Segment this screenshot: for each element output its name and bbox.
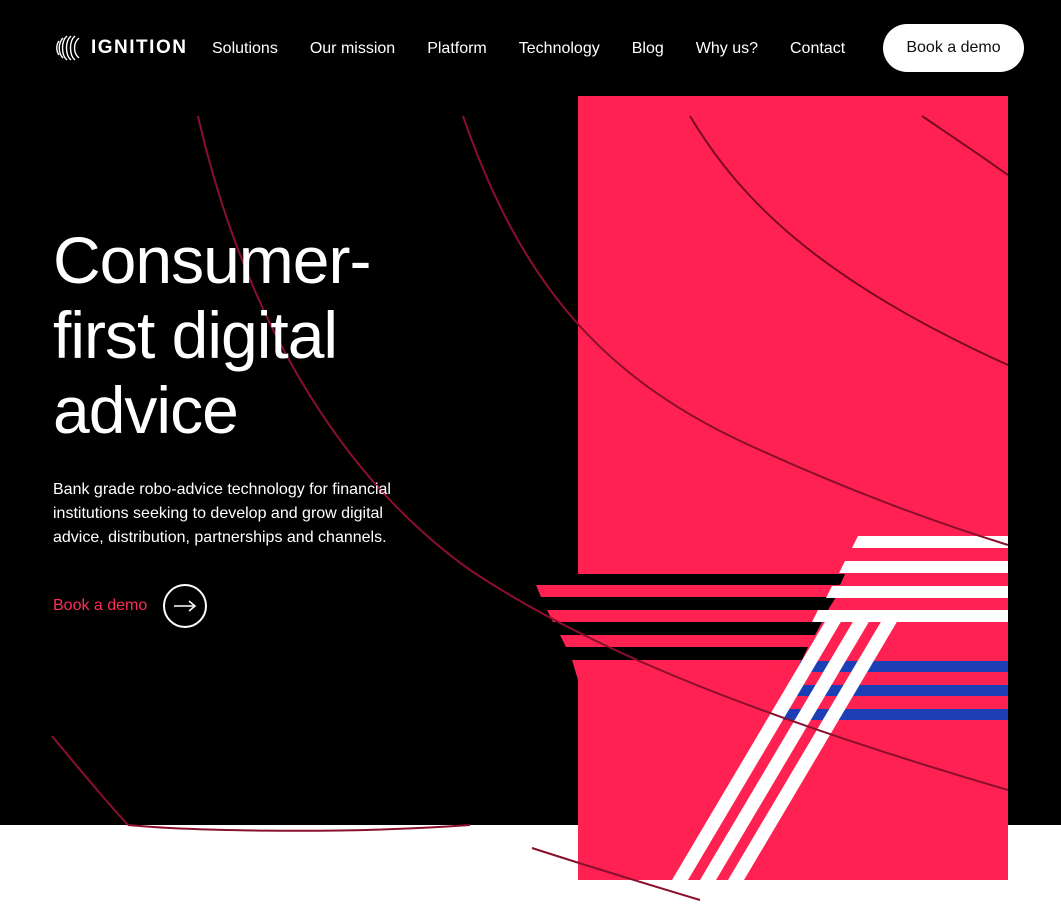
hero-cta-label: Book a demo <box>53 597 148 614</box>
nav-item-contact[interactable]: Contact <box>790 38 845 60</box>
hero-book-demo-link[interactable]: Book a demo <box>53 582 208 630</box>
nav-item-platform[interactable]: Platform <box>427 38 487 60</box>
hero-title-line-2: first digital <box>53 298 338 372</box>
hero-title: Consumer- first digital advice <box>53 223 533 448</box>
nav-item-why-us[interactable]: Why us? <box>696 38 758 60</box>
arrow-right-icon[interactable] <box>163 584 208 628</box>
ignition-logo[interactable]: IGNITION <box>53 31 187 65</box>
nav-item-technology[interactable]: Technology <box>519 38 600 60</box>
header-book-demo-button[interactable]: Book a demo <box>883 24 1024 72</box>
main-nav: Solutions Our mission Platform Technolog… <box>212 38 845 60</box>
hero-subtitle: Bank grade robo-advice technology for fi… <box>53 481 391 546</box>
hero-title-line-3: advice <box>53 373 239 447</box>
nav-item-blog[interactable]: Blog <box>632 38 664 60</box>
nav-item-solutions[interactable]: Solutions <box>212 38 278 60</box>
logo-mark-icon <box>56 35 80 61</box>
nav-item-our-mission[interactable]: Our mission <box>310 38 395 60</box>
hero-title-line-1: Consumer- <box>53 223 371 297</box>
logo-wordmark: IGNITION <box>91 37 188 58</box>
